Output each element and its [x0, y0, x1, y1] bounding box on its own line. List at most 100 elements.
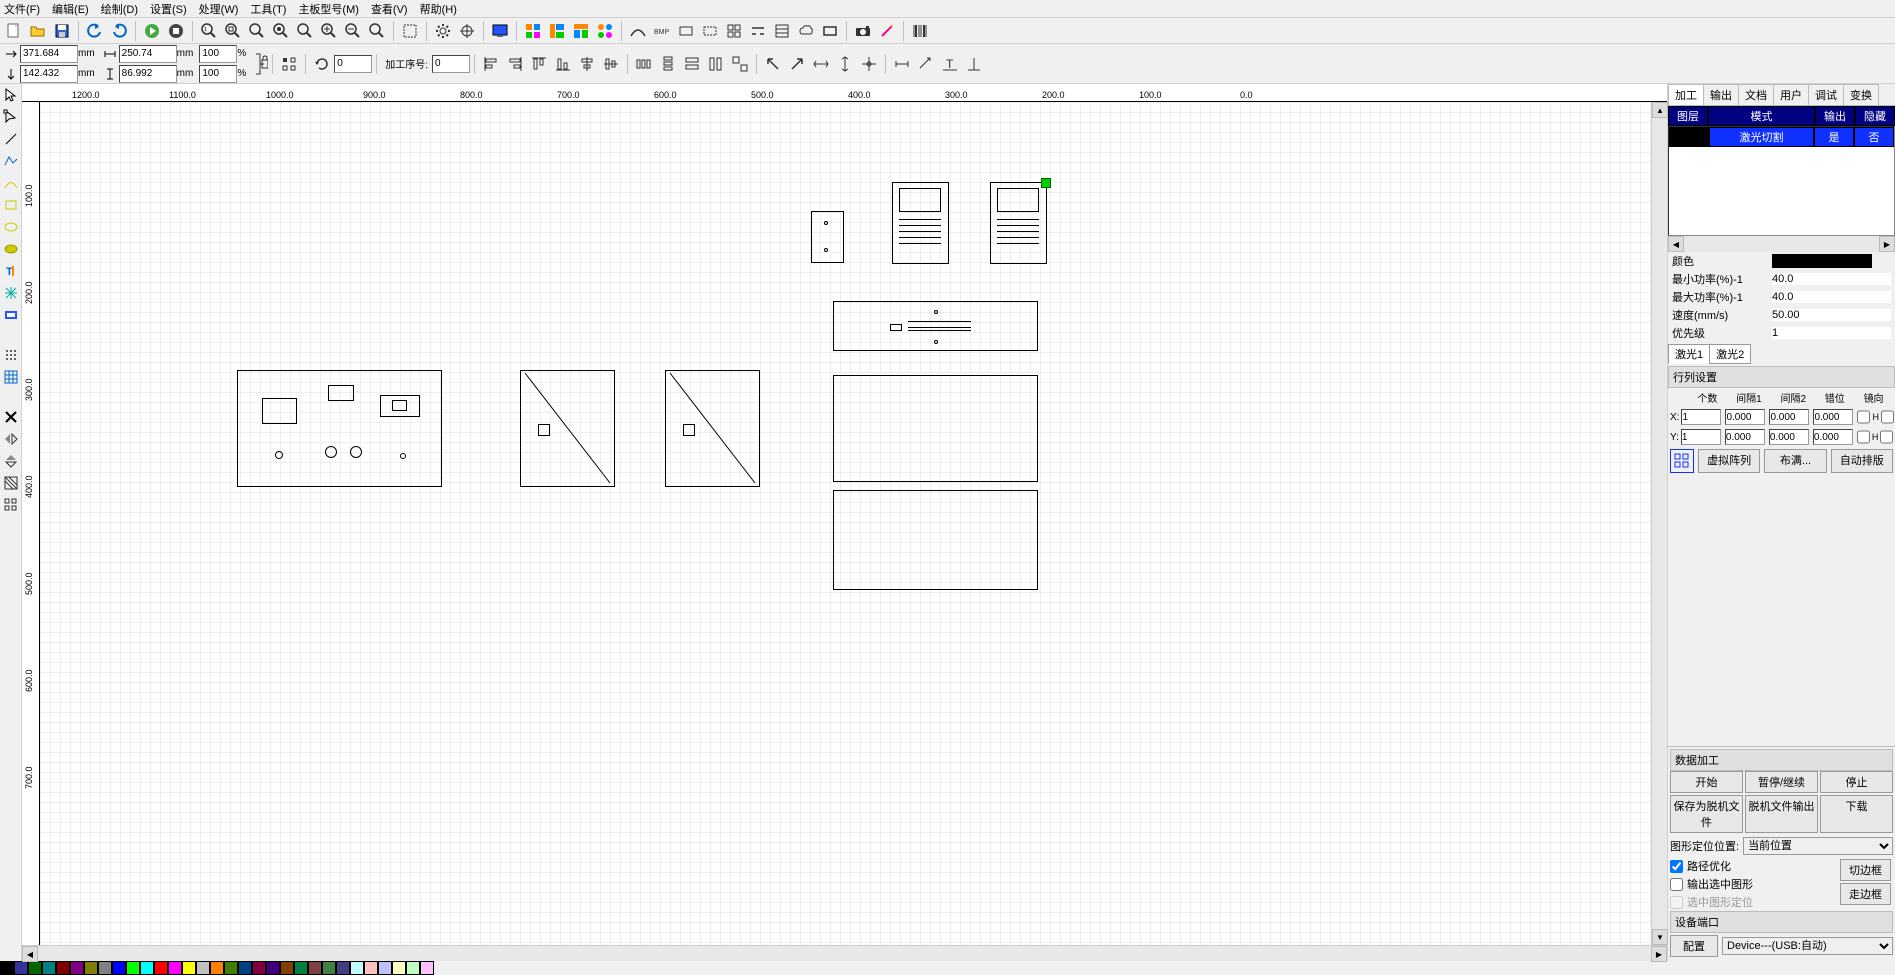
zoom-in-icon[interactable] — [318, 20, 340, 42]
array-y-offset[interactable] — [1813, 429, 1853, 445]
palette-color[interactable] — [126, 961, 140, 975]
align-hcenter-icon[interactable] — [576, 53, 598, 75]
tab-user[interactable]: 用户 — [1773, 84, 1809, 105]
scrollbar-horizontal[interactable]: ◀▶ — [22, 945, 1667, 961]
open-button[interactable] — [27, 20, 49, 42]
curve-icon[interactable] — [627, 20, 649, 42]
stop-button[interactable] — [165, 20, 187, 42]
palette-color[interactable] — [224, 961, 238, 975]
rect2-icon[interactable] — [699, 20, 721, 42]
walk-frame-button[interactable]: 走边框 — [1840, 883, 1891, 905]
stop-proc-button[interactable]: 停止 — [1820, 771, 1893, 793]
ellipse-tool-icon[interactable] — [0, 216, 22, 238]
path-optimize-checkbox[interactable] — [1670, 860, 1683, 873]
zoom-pan-icon[interactable] — [366, 20, 388, 42]
palette-color[interactable] — [294, 961, 308, 975]
layer-row[interactable]: 激光切割 是 否 — [1669, 127, 1894, 147]
start-button[interactable]: 开始 — [1670, 771, 1743, 793]
redo-button[interactable] — [108, 20, 130, 42]
scale-y-input[interactable] — [199, 65, 237, 83]
layer-list[interactable]: 激光切割 是 否 — [1668, 126, 1895, 236]
job-order-input[interactable] — [432, 55, 470, 73]
same-h-icon[interactable] — [705, 53, 727, 75]
canvas[interactable] — [40, 102, 1667, 945]
center-icon[interactable] — [858, 53, 880, 75]
rect-icon[interactable] — [675, 20, 697, 42]
array-y-mirror-v[interactable] — [1880, 429, 1893, 445]
anchor-icon[interactable] — [278, 53, 300, 75]
laser2-tab[interactable]: 激光2 — [1709, 344, 1751, 364]
palette-color[interactable] — [112, 961, 126, 975]
zoom-window-icon[interactable] — [294, 20, 316, 42]
mirror-h-tool-icon[interactable] — [0, 428, 22, 450]
nest1-icon[interactable] — [522, 20, 544, 42]
lgp1-icon[interactable] — [771, 20, 793, 42]
dist-v-icon[interactable] — [657, 53, 679, 75]
output-selected-checkbox[interactable] — [1670, 878, 1683, 891]
array-y-mirror-h[interactable] — [1857, 429, 1870, 445]
tab-debug[interactable]: 调试 — [1808, 84, 1844, 105]
pos-y-input[interactable] — [20, 65, 78, 83]
polygon-tool-icon[interactable] — [0, 238, 22, 260]
box-icon[interactable] — [819, 20, 841, 42]
same-w-icon[interactable] — [681, 53, 703, 75]
dim-text-icon[interactable]: T — [939, 53, 961, 75]
array-x-gap2[interactable] — [1769, 409, 1809, 425]
array-x-offset[interactable] — [1813, 409, 1853, 425]
lock-ratio-icon[interactable] — [252, 48, 268, 80]
array-x-count[interactable] — [1681, 409, 1721, 425]
virtual-array-button[interactable]: 虚拟阵列 — [1698, 449, 1760, 473]
nest2-icon[interactable] — [546, 20, 568, 42]
palette-color[interactable] — [336, 961, 350, 975]
min-power-value[interactable]: 40.0 — [1772, 273, 1891, 285]
pos-x-input[interactable] — [20, 45, 78, 63]
menu-board[interactable]: 主板型号(M) — [298, 1, 359, 17]
dim-perp-icon[interactable] — [963, 53, 985, 75]
point-tool-icon[interactable] — [0, 282, 22, 304]
priority-value[interactable]: 1 — [1772, 327, 1891, 339]
array-tool-icon[interactable] — [0, 494, 22, 516]
menu-settings[interactable]: 设置(S) — [150, 1, 187, 17]
wand-icon[interactable] — [876, 20, 898, 42]
dist-h-icon[interactable] — [633, 53, 655, 75]
hatch-tool-icon[interactable] — [0, 472, 22, 494]
zoom-actual-icon[interactable]: 1 — [198, 20, 220, 42]
move-v-icon[interactable] — [834, 53, 856, 75]
nest3-icon[interactable] — [570, 20, 592, 42]
palette-color[interactable] — [308, 961, 322, 975]
menu-view[interactable]: 查看(V) — [371, 1, 408, 17]
arrow-tr-icon[interactable] — [786, 53, 808, 75]
monitor-icon[interactable] — [489, 20, 511, 42]
cut-frame-button[interactable]: 切边框 — [1840, 859, 1891, 881]
palette-color[interactable] — [210, 961, 224, 975]
rotate-input[interactable] — [334, 55, 372, 73]
palette-color[interactable] — [196, 961, 210, 975]
pointer-tool-icon[interactable] — [0, 84, 22, 106]
grid-tool-icon[interactable] — [0, 366, 22, 388]
text-tool-icon[interactable]: T — [0, 260, 22, 282]
select-rect-icon[interactable] — [399, 20, 421, 42]
palette-color[interactable] — [14, 961, 28, 975]
device-select[interactable]: Device---(USB:自动) — [1722, 937, 1893, 955]
palette-color[interactable] — [42, 961, 56, 975]
go-button[interactable] — [141, 20, 163, 42]
align-vcenter-icon[interactable] — [600, 53, 622, 75]
polyline-tool-icon[interactable] — [0, 150, 22, 172]
save-offline-button[interactable]: 保存为脱机文件 — [1670, 795, 1743, 833]
align-bottom-icon[interactable] — [552, 53, 574, 75]
nest4-icon[interactable] — [594, 20, 616, 42]
mirror-v-tool-icon[interactable] — [0, 450, 22, 472]
menu-process[interactable]: 处理(W) — [199, 1, 239, 17]
palette-color[interactable] — [322, 961, 336, 975]
barcode-icon[interactable] — [909, 20, 931, 42]
palette-color[interactable] — [280, 961, 294, 975]
height-input[interactable] — [119, 65, 177, 83]
origin-icon[interactable] — [456, 20, 478, 42]
fill-button[interactable]: 布满... — [1764, 449, 1826, 473]
gear-icon[interactable] — [432, 20, 454, 42]
arrow-tl-icon[interactable] — [762, 53, 784, 75]
menu-file[interactable]: 文件(F) — [4, 1, 40, 17]
menu-edit[interactable]: 编辑(E) — [52, 1, 89, 17]
palette-color[interactable] — [378, 961, 392, 975]
dim-h-icon[interactable] — [891, 53, 913, 75]
